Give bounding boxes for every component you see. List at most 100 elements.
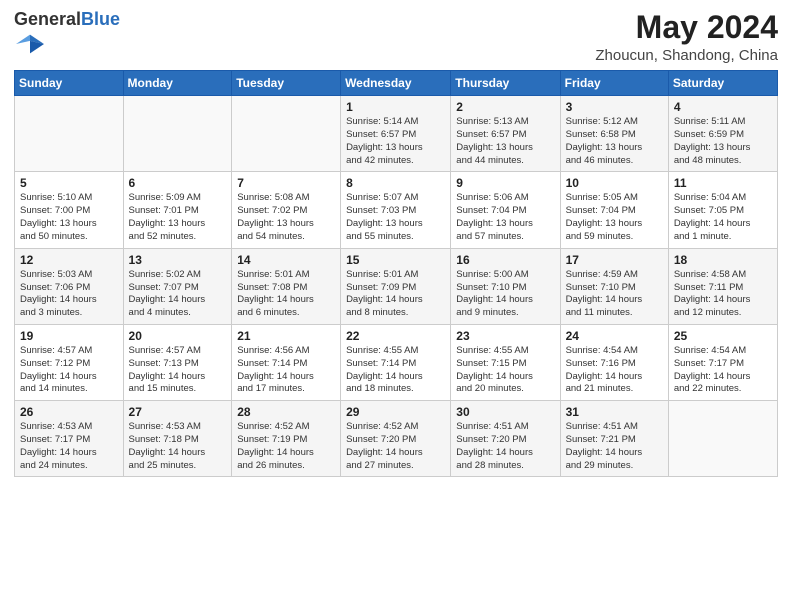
calendar-cell: 4 Sunrise: 5:11 AM Sunset: 6:59 PM Daylig…	[668, 96, 777, 172]
day-number: 11	[674, 176, 772, 190]
calendar-cell: 15 Sunrise: 5:01 AM Sunset: 7:09 PM Dayli…	[341, 248, 451, 324]
day-number: 16	[456, 253, 554, 267]
col-tuesday: Tuesday	[232, 71, 341, 96]
day-number: 30	[456, 405, 554, 419]
day-info: Sunrise: 5:08 AM Sunset: 7:02 PM Dayligh…	[237, 192, 335, 243]
day-info: Sunrise: 4:54 AM Sunset: 7:16 PM Dayligh…	[566, 345, 663, 396]
calendar-cell: 2Sunrise: 5:13 AM Sunset: 6:57 PM Daylig…	[451, 96, 560, 172]
calendar-cell: 31Sunrise: 4:51 AM Sunset: 7:21 PM Dayli…	[560, 401, 668, 477]
day-info: Sunrise: 5:01 AM Sunset: 7:09 PM Dayligh…	[346, 269, 445, 320]
day-info: Sunrise: 4:53 AM Sunset: 7:18 PM Dayligh…	[129, 421, 227, 472]
calendar-cell: 18 Sunrise: 4:58 AM Sunset: 7:11 PM Dayli…	[668, 248, 777, 324]
day-number: 5	[20, 176, 118, 190]
day-number: 19	[20, 329, 118, 343]
day-info: Sunrise: 4:57 AM Sunset: 7:13 PM Dayligh…	[129, 345, 227, 396]
day-number: 9	[456, 176, 554, 190]
calendar-cell: 16Sunrise: 5:00 AM Sunset: 7:10 PM Dayli…	[451, 248, 560, 324]
day-number: 15	[346, 253, 445, 267]
day-info: Sunrise: 5:02 AM Sunset: 7:07 PM Dayligh…	[129, 269, 227, 320]
calendar-cell: 20 Sunrise: 4:57 AM Sunset: 7:13 PM Dayli…	[123, 324, 232, 400]
calendar-cell: 8Sunrise: 5:07 AM Sunset: 7:03 PM Daylig…	[341, 172, 451, 248]
day-info: Sunrise: 4:53 AM Sunset: 7:17 PM Dayligh…	[20, 421, 118, 472]
calendar-week-row-1: 1Sunrise: 5:14 AM Sunset: 6:57 PM Daylig…	[15, 96, 778, 172]
calendar-cell: 19 Sunrise: 4:57 AM Sunset: 7:12 PM Dayli…	[15, 324, 124, 400]
calendar-cell	[668, 401, 777, 477]
page: GeneralBlue May 2024 Zhoucun, Shandong, …	[0, 0, 792, 612]
calendar-cell: 7 Sunrise: 5:08 AM Sunset: 7:02 PM Daylig…	[232, 172, 341, 248]
day-info: Sunrise: 4:52 AM Sunset: 7:19 PM Dayligh…	[237, 421, 335, 472]
logo-bird-icon	[16, 30, 44, 58]
day-info: Sunrise: 4:55 AM Sunset: 7:14 PM Dayligh…	[346, 345, 445, 396]
calendar-week-row-2: 5 Sunrise: 5:10 AM Sunset: 7:00 PM Daylig…	[15, 172, 778, 248]
day-number: 18	[674, 253, 772, 267]
header: GeneralBlue May 2024 Zhoucun, Shandong, …	[14, 10, 778, 64]
day-number: 12	[20, 253, 118, 267]
day-number: 29	[346, 405, 445, 419]
day-info: Sunrise: 4:51 AM Sunset: 7:21 PM Dayligh…	[566, 421, 663, 472]
day-number: 8	[346, 176, 445, 190]
col-thursday: Thursday	[451, 71, 560, 96]
day-number: 14	[237, 253, 335, 267]
day-number: 6	[129, 176, 227, 190]
calendar-cell: 3Sunrise: 5:12 AM Sunset: 6:58 PM Daylig…	[560, 96, 668, 172]
calendar-cell: 27 Sunrise: 4:53 AM Sunset: 7:18 PM Dayli…	[123, 401, 232, 477]
day-info: Sunrise: 5:14 AM Sunset: 6:57 PM Dayligh…	[346, 116, 445, 167]
calendar-week-row-4: 19 Sunrise: 4:57 AM Sunset: 7:12 PM Dayli…	[15, 324, 778, 400]
calendar-cell: 28 Sunrise: 4:52 AM Sunset: 7:19 PM Dayli…	[232, 401, 341, 477]
day-number: 17	[566, 253, 663, 267]
day-info: Sunrise: 5:04 AM Sunset: 7:05 PM Dayligh…	[674, 192, 772, 243]
day-info: Sunrise: 4:59 AM Sunset: 7:10 PM Dayligh…	[566, 269, 663, 320]
day-info: Sunrise: 5:01 AM Sunset: 7:08 PM Dayligh…	[237, 269, 335, 320]
day-info: Sunrise: 5:09 AM Sunset: 7:01 PM Dayligh…	[129, 192, 227, 243]
calendar-cell: 10Sunrise: 5:05 AM Sunset: 7:04 PM Dayli…	[560, 172, 668, 248]
day-number: 20	[129, 329, 227, 343]
logo: GeneralBlue	[14, 10, 120, 63]
day-info: Sunrise: 5:13 AM Sunset: 6:57 PM Dayligh…	[456, 116, 554, 167]
day-info: Sunrise: 4:58 AM Sunset: 7:11 PM Dayligh…	[674, 269, 772, 320]
day-info: Sunrise: 4:57 AM Sunset: 7:12 PM Dayligh…	[20, 345, 118, 396]
calendar-header-row: Sunday Monday Tuesday Wednesday Thursday…	[15, 71, 778, 96]
day-number: 13	[129, 253, 227, 267]
day-info: Sunrise: 4:54 AM Sunset: 7:17 PM Dayligh…	[674, 345, 772, 396]
day-info: Sunrise: 5:05 AM Sunset: 7:04 PM Dayligh…	[566, 192, 663, 243]
day-number: 26	[20, 405, 118, 419]
day-number: 7	[237, 176, 335, 190]
title-block: May 2024 Zhoucun, Shandong, China	[595, 10, 778, 64]
calendar-cell: 21Sunrise: 4:56 AM Sunset: 7:14 PM Dayli…	[232, 324, 341, 400]
col-monday: Monday	[123, 71, 232, 96]
calendar-cell	[15, 96, 124, 172]
logo-general: General	[14, 9, 81, 29]
calendar-cell: 1Sunrise: 5:14 AM Sunset: 6:57 PM Daylig…	[341, 96, 451, 172]
calendar-week-row-5: 26 Sunrise: 4:53 AM Sunset: 7:17 PM Dayli…	[15, 401, 778, 477]
calendar-cell	[232, 96, 341, 172]
day-info: Sunrise: 4:51 AM Sunset: 7:20 PM Dayligh…	[456, 421, 554, 472]
day-number: 24	[566, 329, 663, 343]
calendar-cell: 22 Sunrise: 4:55 AM Sunset: 7:14 PM Dayli…	[341, 324, 451, 400]
day-number: 4	[674, 100, 772, 114]
day-number: 25	[674, 329, 772, 343]
calendar-cell: 25 Sunrise: 4:54 AM Sunset: 7:17 PM Dayli…	[668, 324, 777, 400]
calendar-cell: 24 Sunrise: 4:54 AM Sunset: 7:16 PM Dayli…	[560, 324, 668, 400]
calendar-cell: 13 Sunrise: 5:02 AM Sunset: 7:07 PM Dayli…	[123, 248, 232, 324]
day-number: 22	[346, 329, 445, 343]
day-info: Sunrise: 5:11 AM Sunset: 6:59 PM Dayligh…	[674, 116, 772, 167]
day-number: 28	[237, 405, 335, 419]
day-number: 23	[456, 329, 554, 343]
logo-blue: Blue	[81, 9, 120, 29]
col-wednesday: Wednesday	[341, 71, 451, 96]
calendar-cell: 30 Sunrise: 4:51 AM Sunset: 7:20 PM Dayli…	[451, 401, 560, 477]
day-info: Sunrise: 4:55 AM Sunset: 7:15 PM Dayligh…	[456, 345, 554, 396]
day-info: Sunrise: 5:10 AM Sunset: 7:00 PM Dayligh…	[20, 192, 118, 243]
day-info: Sunrise: 4:56 AM Sunset: 7:14 PM Dayligh…	[237, 345, 335, 396]
calendar-cell: 14 Sunrise: 5:01 AM Sunset: 7:08 PM Dayli…	[232, 248, 341, 324]
col-saturday: Saturday	[668, 71, 777, 96]
calendar-cell: 6 Sunrise: 5:09 AM Sunset: 7:01 PM Daylig…	[123, 172, 232, 248]
calendar-cell: 17 Sunrise: 4:59 AM Sunset: 7:10 PM Dayli…	[560, 248, 668, 324]
day-number: 27	[129, 405, 227, 419]
day-info: Sunrise: 5:03 AM Sunset: 7:06 PM Dayligh…	[20, 269, 118, 320]
calendar-table: Sunday Monday Tuesday Wednesday Thursday…	[14, 70, 778, 477]
day-info: Sunrise: 5:06 AM Sunset: 7:04 PM Dayligh…	[456, 192, 554, 243]
calendar-cell: 23 Sunrise: 4:55 AM Sunset: 7:15 PM Dayli…	[451, 324, 560, 400]
title-location: Zhoucun, Shandong, China	[595, 47, 778, 64]
col-friday: Friday	[560, 71, 668, 96]
